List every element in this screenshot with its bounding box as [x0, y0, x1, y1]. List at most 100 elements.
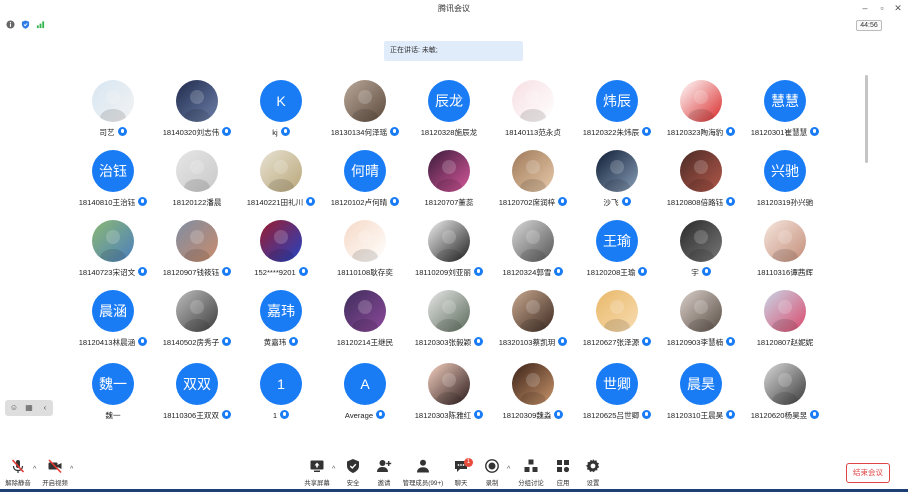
participant-tile[interactable]: 18120903李慧楠 — [659, 290, 743, 360]
participant-tile[interactable]: Kkj — [239, 80, 323, 150]
participant-tile[interactable]: 世卿 18120625吕世卿 — [575, 363, 659, 425]
mic-icon — [289, 337, 299, 346]
grid-view-icon[interactable]: ▦ — [24, 403, 34, 413]
participant-name-row: 18120324郭雪 — [491, 267, 575, 279]
participant-tile[interactable]: 18110316谭茜辉 — [743, 220, 827, 290]
record-options-chevron-icon[interactable]: ^ — [507, 466, 510, 473]
participant-photo-avatar — [344, 80, 386, 122]
participant-tile[interactable]: 治钰 18140810王治钰 — [71, 150, 155, 220]
share-screen-button[interactable]: 共享屏幕 — [302, 458, 332, 488]
participant-tile[interactable]: 王瑜 18120208王瑜 — [575, 220, 659, 290]
participant-photo-avatar — [764, 363, 806, 405]
video-options-chevron-icon[interactable]: ^ — [70, 466, 73, 473]
end-meeting-button[interactable]: 结束会议 — [846, 463, 890, 483]
participant-tile[interactable]: 18110108耿存奕 — [323, 220, 407, 290]
participant-tile[interactable]: 18120214王继民 — [323, 290, 407, 360]
participant-tile[interactable]: 18120907钱筱钰 — [155, 220, 239, 290]
participant-photo-avatar — [512, 363, 554, 405]
participant-tile[interactable]: 18120324郭雪 — [491, 220, 575, 290]
participant-name-row: 18140320刘志伟 — [155, 127, 239, 139]
participant-tile[interactable]: 18120309魏淼 — [491, 363, 575, 425]
security-button[interactable]: 安全 — [340, 458, 366, 488]
participant-tile[interactable]: 18140502房秀子 — [155, 290, 239, 360]
participant-tile[interactable]: 18120807赵妮妮 — [743, 290, 827, 360]
settings-button[interactable]: 设置 — [581, 458, 605, 488]
participant-name-row: 18120214王继民 — [323, 337, 407, 349]
record-button[interactable]: 录制 — [480, 458, 504, 488]
participant-tile[interactable]: 18120323陶海豹 — [659, 80, 743, 150]
participant-tile[interactable]: 18120627张泽源 — [575, 290, 659, 360]
mic-icon — [726, 197, 736, 206]
participant-tile[interactable]: 嘉玮 黄嘉玮 — [239, 290, 323, 360]
share-options-chevron-icon[interactable]: ^ — [332, 466, 335, 473]
participant-tile[interactable]: 11 — [239, 363, 323, 425]
participant-tile[interactable]: 18120122潘晨 — [155, 150, 239, 220]
participant-avatar: 何晴 — [344, 150, 386, 192]
participant-tile[interactable]: 18140113范永贞 — [491, 80, 575, 150]
unmute-button[interactable]: 解除静音 — [3, 458, 33, 488]
mic-options-chevron-icon[interactable]: ^ — [33, 466, 36, 473]
participant-name-row: 18130134何泽瑶 — [323, 127, 407, 139]
participant-tile[interactable]: 18130134何泽瑶 — [323, 80, 407, 150]
participant-name-row: 魏一 — [71, 410, 155, 422]
chat-button[interactable]: 聊天 1 — [448, 458, 474, 488]
participant-name: 18120214王继民 — [336, 338, 394, 347]
participant-tile[interactable]: 宇 — [659, 220, 743, 290]
participant-name: 18110306王双双 — [162, 411, 219, 420]
participant-photo-avatar — [764, 290, 806, 332]
participant-tile[interactable]: 魏一 魏一 — [71, 363, 155, 425]
mic-icon — [138, 197, 148, 206]
mic-icon — [554, 267, 564, 276]
mic-muted-icon — [11, 459, 25, 473]
participant-tile[interactable]: 18120702席润梓 — [491, 150, 575, 220]
participant-grid: 司艺 18140320刘志伟 Kkj 18130134何泽瑶 辰龙 18120328施辰龙… — [0, 0, 908, 425]
breakout-rooms-button[interactable]: 分组讨论 — [516, 458, 546, 488]
participant-name-row: 18120413林晨涵 — [71, 337, 155, 349]
participant-tile[interactable]: 18140320刘志伟 — [155, 80, 239, 150]
participant-photo-avatar — [344, 290, 386, 332]
participant-tile[interactable]: 18120303张毅颖 — [407, 290, 491, 360]
participant-name: 18110316谭茜辉 — [756, 268, 813, 277]
participant-tile[interactable]: 司艺 — [71, 80, 155, 150]
start-video-button[interactable]: 开启视频 — [40, 458, 70, 488]
participant-tile[interactable]: 兴驰 18120319孙兴驰 — [743, 150, 827, 220]
mic-icon — [222, 267, 232, 276]
participant-tile[interactable]: 18120808倍路钰 — [659, 150, 743, 220]
mic-icon — [810, 127, 820, 136]
participant-name: kj — [272, 128, 278, 137]
participant-name-row: 18120620杨昊昱 — [743, 410, 827, 422]
invite-button[interactable]: 邀请 — [371, 458, 397, 488]
participant-tile[interactable]: 18110209刘亚丽 — [407, 220, 491, 290]
participant-tile[interactable]: 晨涵 18120413林晨涵 — [71, 290, 155, 360]
security-label: 安全 — [346, 480, 360, 487]
participant-tile[interactable]: 18140723宋诏文 — [71, 220, 155, 290]
participant-tile[interactable]: 双双 18110306王双双 — [155, 363, 239, 425]
mic-icon — [306, 197, 316, 206]
participant-tile[interactable]: 炜辰 18120322朱炜辰 — [575, 80, 659, 150]
collapse-icon[interactable]: ‹ — [40, 403, 50, 413]
participant-tile[interactable]: 18120303陈雅红 — [407, 363, 491, 425]
participant-tile[interactable]: 18120620杨昊昱 — [743, 363, 827, 425]
participant-tile[interactable]: 辰龙 18120328施辰龙 — [407, 80, 491, 150]
participant-tile[interactable]: A Average — [323, 363, 407, 425]
grid-scrollbar[interactable] — [865, 75, 868, 163]
participant-name-row: 18120627张泽源 — [575, 337, 659, 349]
participant-tile[interactable]: 18140221田礼川 — [239, 150, 323, 220]
participant-photo-avatar — [260, 220, 302, 262]
participant-name: 18120702席润梓 — [498, 198, 556, 207]
participant-tile[interactable]: 152****9201 — [239, 220, 323, 290]
manage-members-button[interactable]: 管理成员(99+) — [402, 458, 444, 488]
participant-tile[interactable]: 晨昊 18120310王晨昊 — [659, 363, 743, 425]
participant-photo-avatar — [512, 80, 554, 122]
participant-tile[interactable]: 沙飞 — [575, 150, 659, 220]
apps-button[interactable]: 应用 — [551, 458, 575, 488]
participant-tile[interactable]: 18320103蔡凯玥 — [491, 290, 575, 360]
participant-tile[interactable]: 何晴 18120102卢何晴 — [323, 150, 407, 220]
participant-avatar: 治钰 — [92, 150, 134, 192]
participant-name: 152****9201 — [254, 268, 296, 277]
emoji-icon[interactable]: ☺ — [9, 403, 19, 413]
participant-tile[interactable]: 慧慧 18120301崔慧慧 — [743, 80, 827, 150]
participant-tile[interactable]: 18120707董蕊 — [407, 150, 491, 220]
participant-name: 18120903李慧楠 — [666, 338, 724, 347]
participant-name-row: 宇 — [659, 267, 743, 279]
